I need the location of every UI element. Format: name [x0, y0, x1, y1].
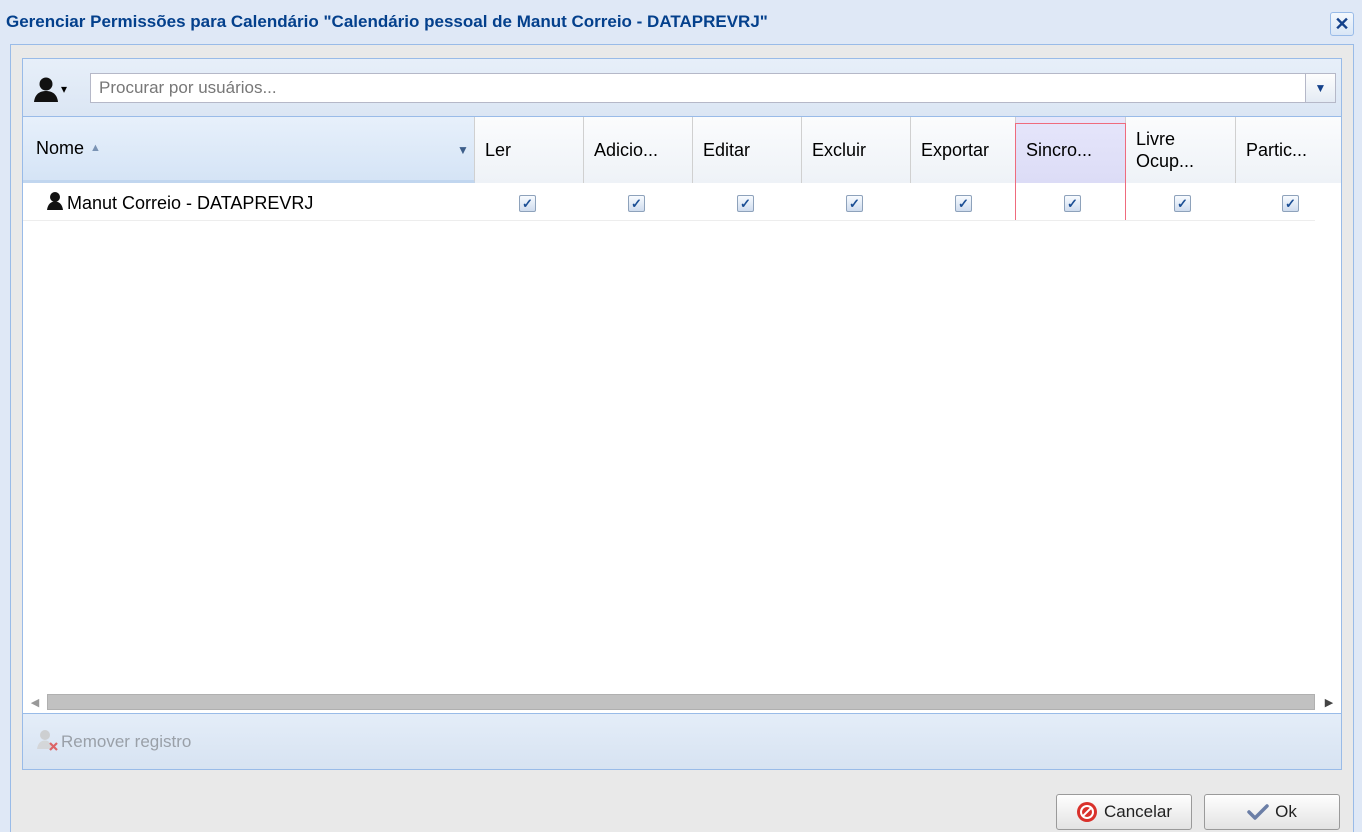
column-label-line1: Livre: [1136, 129, 1176, 149]
column-label: Adicio...: [594, 139, 659, 160]
checkbox-editar[interactable]: ✓: [737, 195, 754, 212]
user-search-combobox[interactable]: ▼: [90, 73, 1336, 103]
permissions-grid-panel: ▾ ▼ Nome ▲ ▼ Ler Adicio...: [22, 58, 1342, 770]
user-name-cell: Manut Correio - DATAPREVRJ: [45, 185, 475, 221]
column-header-sincronizar[interactable]: Sincro...: [1016, 117, 1126, 183]
horizontal-scrollbar[interactable]: ◀ ▶: [23, 691, 1341, 713]
sort-ascending-icon: ▲: [90, 141, 101, 154]
checkmark-icon: ✓: [740, 196, 751, 211]
dialog-title: Gerenciar Permissões para Calendário "Ca…: [6, 12, 768, 31]
checkmark-icon: ✓: [958, 196, 969, 211]
column-label: Sincro...: [1026, 139, 1093, 160]
permissions-dialog: Gerenciar Permissões para Calendário "Ca…: [0, 0, 1362, 832]
user-type-menu-button[interactable]: ▾: [33, 75, 79, 103]
scroll-left-icon[interactable]: ◀: [25, 693, 45, 711]
column-header-nome[interactable]: Nome ▲ ▼: [23, 117, 475, 183]
remove-record-button[interactable]: Remover registro: [35, 728, 191, 756]
ok-button[interactable]: Ok: [1204, 794, 1340, 830]
grid-toolbar: ▾ ▼: [23, 59, 1341, 117]
chevron-down-icon: ▼: [1314, 81, 1327, 95]
checkbox-livre-ocupado[interactable]: ✓: [1174, 195, 1191, 212]
checkbox-ler[interactable]: ✓: [519, 195, 536, 212]
column-label: Ler: [485, 139, 512, 160]
cancel-label: Cancelar: [1103, 802, 1173, 821]
column-label: Exportar: [921, 139, 990, 160]
title-bar: Gerenciar Permissões para Calendário "Ca…: [0, 0, 1362, 44]
checkmark-icon: ✓: [1285, 196, 1296, 211]
remove-user-icon: [35, 728, 61, 757]
user-search-input[interactable]: [91, 74, 1305, 102]
chevron-down-icon: ▼: [457, 143, 469, 157]
checkmark-icon: ✓: [849, 196, 860, 211]
checkmark-icon: ✓: [1177, 196, 1188, 211]
scroll-right-icon[interactable]: ▶: [1319, 693, 1339, 711]
checkbox-adicionar[interactable]: ✓: [628, 195, 645, 212]
column-header-particular[interactable]: Partic...: [1236, 117, 1341, 183]
column-menu-trigger[interactable]: ▼: [452, 117, 474, 180]
close-button[interactable]: ✕: [1330, 12, 1354, 36]
close-icon: ✕: [1334, 14, 1350, 34]
checkbox-excluir[interactable]: ✓: [846, 195, 863, 212]
table-row[interactable]: Manut Correio - DATAPREVRJ ✓ ✓ ✓ ✓ ✓ ✓ ✓…: [23, 185, 1315, 221]
column-label: Excluir: [812, 139, 867, 160]
checkbox-exportar[interactable]: ✓: [955, 195, 972, 212]
checkmark-icon: [1247, 803, 1269, 821]
grid-bottom-toolbar: Remover registro: [23, 713, 1341, 769]
column-label: Editar: [703, 139, 751, 160]
ok-label: Ok: [1275, 802, 1297, 821]
column-label: Nome: [36, 138, 85, 158]
chevron-down-icon: ▾: [61, 82, 68, 96]
column-label: Partic...: [1246, 139, 1308, 160]
remove-record-label: Remover registro: [61, 732, 192, 751]
grid-header: Nome ▲ ▼ Ler Adicio... Editar Excluir Ex…: [23, 117, 1341, 183]
column-header-livre-ocupado[interactable]: Livre Ocup...: [1126, 117, 1236, 183]
checkbox-sincronizar[interactable]: ✓: [1064, 195, 1081, 212]
user-icon: [45, 191, 67, 216]
column-header-ler[interactable]: Ler: [475, 117, 584, 183]
user-icon: [33, 76, 59, 102]
scrollbar-thumb[interactable]: [47, 694, 1315, 710]
column-header-excluir[interactable]: Excluir: [802, 117, 911, 183]
column-header-adicionar[interactable]: Adicio...: [584, 117, 693, 183]
search-dropdown-trigger[interactable]: ▼: [1305, 74, 1335, 102]
cancel-button[interactable]: Cancelar: [1056, 794, 1192, 830]
checkmark-icon: ✓: [631, 196, 642, 211]
column-label: Livre Ocup...: [1136, 128, 1194, 172]
column-header-exportar[interactable]: Exportar: [911, 117, 1016, 183]
checkmark-icon: ✓: [1067, 196, 1078, 211]
checkbox-particular[interactable]: ✓: [1282, 195, 1299, 212]
column-header-editar[interactable]: Editar: [693, 117, 802, 183]
user-name: Manut Correio - DATAPREVRJ: [67, 192, 314, 213]
cancel-icon: [1076, 801, 1098, 823]
checkmark-icon: ✓: [522, 196, 533, 211]
column-label-line2: Ocup...: [1136, 151, 1195, 171]
